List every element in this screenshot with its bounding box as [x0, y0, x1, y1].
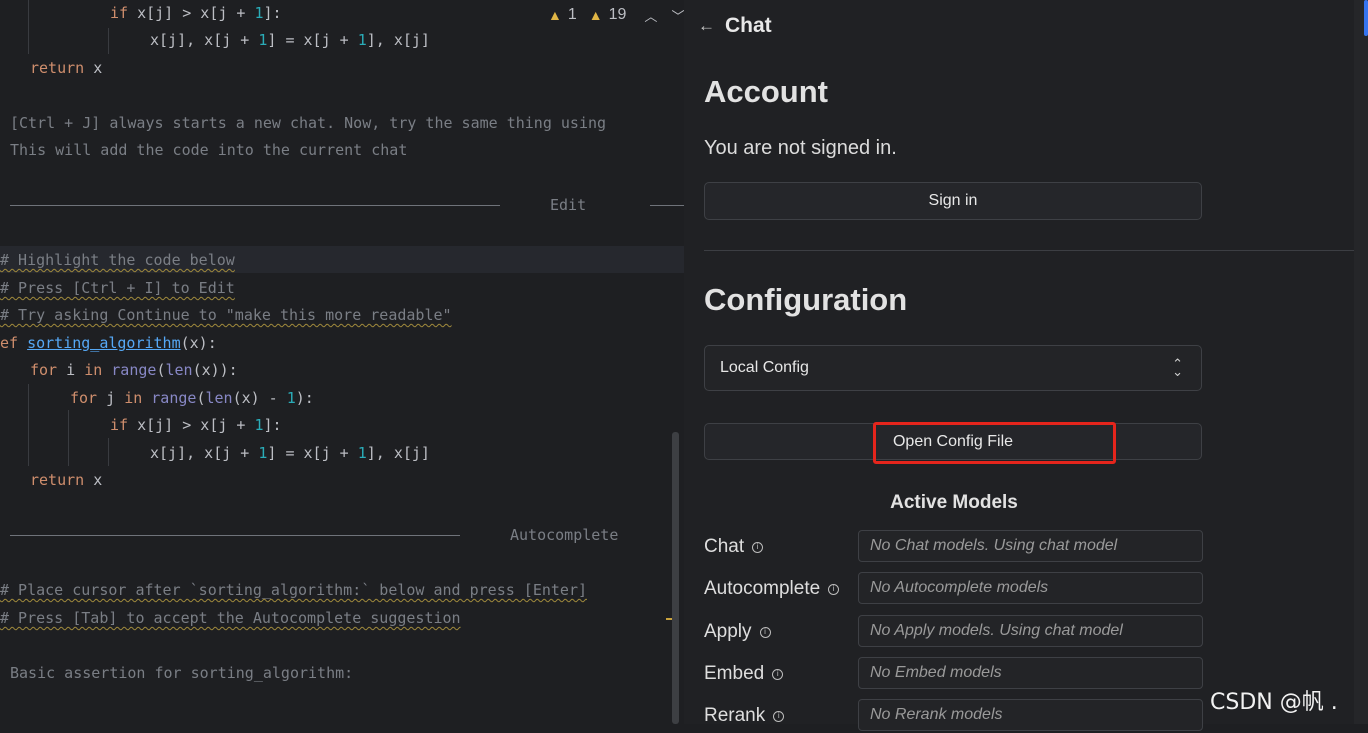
- warning-count-b: 19: [608, 6, 627, 23]
- chat-hint-line: This will add the code into the current …: [10, 141, 408, 159]
- assertion-line: Basic assertion for sorting_algorithm:: [10, 664, 354, 682]
- model-label: Chat: [704, 536, 745, 557]
- info-icon[interactable]: i: [759, 626, 771, 638]
- config-select[interactable]: Local Config ⌃ ⌄: [704, 345, 1202, 391]
- chat-hint-line: [Ctrl + J] always starts a new chat. Now…: [10, 114, 607, 132]
- comment-line: # Press [Tab] to accept the Autocomplete…: [0, 609, 461, 627]
- chevron-up-icon[interactable]: ︿: [644, 6, 657, 25]
- arrow-left-icon[interactable]: ←: [698, 16, 715, 36]
- sign-in-status: You are not signed in.: [704, 137, 897, 159]
- comment-line: # Highlight the code below: [0, 251, 235, 269]
- section-separator: [10, 205, 500, 206]
- apply-model-field[interactable]: No Apply models. Using chat model: [858, 615, 1203, 647]
- panel-title: Chat: [725, 14, 772, 37]
- watermark: CSDN @帆 .: [1210, 690, 1338, 715]
- configuration-heading: Configuration: [704, 282, 908, 317]
- code-line: if x[j] > x[j + 1]:: [110, 4, 282, 22]
- code-line: ef sorting_algorithm(x):: [0, 334, 217, 352]
- model-label: Apply: [704, 621, 752, 642]
- indent-guide: [108, 28, 109, 54]
- warning-count-a: 1: [567, 6, 577, 23]
- config-select-value: Local Config: [720, 359, 809, 376]
- comment-line: # Try asking Continue to "make this more…: [0, 306, 452, 324]
- section-divider: [704, 250, 1356, 251]
- chevron-up-down-icon: ⌃ ⌄: [1172, 356, 1183, 379]
- info-icon[interactable]: i: [828, 583, 840, 595]
- code-line: for j in range(len(x) - 1):: [70, 389, 314, 407]
- section-label-autocomplete: Autocomplete: [510, 526, 619, 544]
- weak-warning-icon: ▲: [588, 7, 603, 23]
- code-line: return x: [30, 471, 103, 489]
- annotation-highlight-box: [873, 422, 1116, 464]
- code-line: x[j], x[j + 1] = x[j + 1], x[j]: [150, 31, 430, 49]
- comment-line: # Place cursor after `sorting_algorithm:…: [0, 581, 587, 599]
- autocomplete-model-field[interactable]: No Autocomplete models: [858, 572, 1203, 604]
- model-row-chat: Chat i No Chat models. Using chat model: [704, 530, 1204, 564]
- panel-scrollbar-thumb[interactable]: [1364, 0, 1368, 36]
- indent-guide: [28, 0, 29, 54]
- code-line: for i in range(len(x)):: [30, 361, 238, 379]
- comment-line: # Press [Ctrl + I] to Edit: [0, 279, 235, 297]
- model-label: Rerank: [704, 705, 766, 726]
- chat-model-field[interactable]: No Chat models. Using chat model: [858, 530, 1203, 562]
- code-line: x[j], x[j + 1] = x[j + 1], x[j]: [150, 444, 430, 462]
- section-separator: [650, 205, 684, 206]
- model-row-embed: Embed i No Embed models: [704, 657, 1204, 691]
- inspection-widget[interactable]: ▲ 1 ▲ 19 ︿ ﹀: [548, 4, 684, 26]
- model-label: Embed: [704, 663, 765, 684]
- info-icon[interactable]: i: [752, 541, 764, 553]
- indent-guide: [28, 384, 29, 466]
- indent-guide: [108, 438, 109, 466]
- editor-scrollbar[interactable]: [672, 432, 679, 724]
- chevron-down-icon[interactable]: ﹀: [671, 6, 684, 25]
- info-icon[interactable]: i: [773, 710, 785, 722]
- code-line: return x: [30, 59, 103, 77]
- code-line: if x[j] > x[j + 1]:: [110, 416, 282, 434]
- indent-guide: [68, 410, 69, 466]
- section-label-edit: Edit: [550, 196, 587, 214]
- warning-icon: ▲: [548, 7, 562, 23]
- model-row-apply: Apply i No Apply models. Using chat model: [704, 615, 1204, 649]
- active-models-heading: Active Models: [890, 492, 1018, 513]
- continue-panel: ← Chat Account You are not signed in. Si…: [684, 0, 1368, 731]
- info-icon[interactable]: i: [772, 668, 784, 680]
- model-row-rerank: Rerank i No Rerank models: [704, 699, 1204, 733]
- code-editor[interactable]: ▲ 1 ▲ 19 ︿ ﹀ if x[j] > x[j + 1]: x[j], x…: [0, 0, 684, 724]
- sign-in-button[interactable]: Sign in: [704, 182, 1202, 220]
- account-heading: Account: [704, 74, 828, 109]
- embed-model-field[interactable]: No Embed models: [858, 657, 1203, 689]
- panel-scrollbar-track[interactable]: [1354, 0, 1368, 724]
- model-label: Autocomplete: [704, 578, 821, 599]
- rerank-model-field[interactable]: No Rerank models: [858, 699, 1203, 731]
- section-separator: [10, 535, 460, 536]
- model-row-autocomplete: Autocomplete i No Autocomplete models: [704, 572, 1204, 606]
- panel-header: ← Chat: [698, 14, 772, 38]
